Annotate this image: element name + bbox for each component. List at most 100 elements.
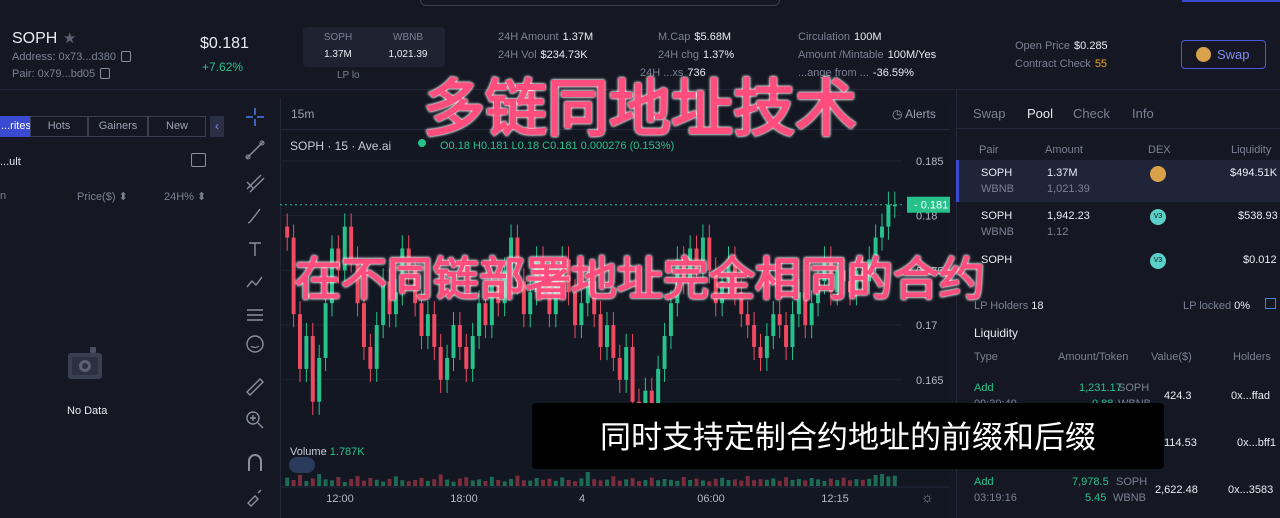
- stat-value: $0.285: [1074, 40, 1108, 52]
- volume-bar: [381, 481, 386, 486]
- candle-body: [425, 314, 430, 337]
- x-tick-label: 06:00: [697, 493, 725, 505]
- col-24h-header[interactable]: 24H% ⬍: [164, 190, 206, 203]
- volume-bar: [796, 479, 801, 486]
- stat-circulation: Circulation 100M: [798, 31, 882, 43]
- volume-bar: [317, 474, 322, 486]
- candle-body: [374, 325, 379, 369]
- volume-bar: [400, 480, 405, 486]
- volume-bar: [630, 478, 635, 486]
- brush-icon[interactable]: [244, 205, 266, 227]
- volume-bar: [387, 478, 392, 486]
- magnet-icon[interactable]: [244, 452, 266, 474]
- volume-bar: [784, 477, 789, 486]
- volume-bar: [425, 480, 430, 486]
- volume-bar: [777, 480, 782, 486]
- volume-bar: [617, 480, 622, 486]
- candle-body: [323, 303, 328, 358]
- col-price-header[interactable]: Price($) ⬍: [77, 190, 128, 203]
- candle-body: [777, 314, 782, 326]
- liq-amount-bottom: 5.45: [1085, 492, 1107, 504]
- candle-body: [457, 325, 462, 347]
- volume-bar: [585, 472, 590, 486]
- stat-label: 24H Amount: [498, 31, 559, 43]
- volume-bar: [816, 479, 821, 486]
- liq-value: 2,622.48: [1155, 484, 1198, 496]
- col-price-label: Price($): [77, 191, 116, 203]
- volume-bar: [560, 477, 565, 486]
- volume-bar: [457, 478, 462, 486]
- y-tick-label: 0.17: [916, 320, 937, 332]
- candle-body: [598, 314, 603, 347]
- volume-bar: [355, 476, 360, 486]
- candle-body: [752, 325, 757, 347]
- volume-bar: [483, 481, 488, 486]
- chart-settings-icon[interactable]: ☼: [921, 489, 934, 505]
- volume-bar: [553, 480, 558, 486]
- search-bar[interactable]: [420, 0, 780, 6]
- candle-body: [624, 346, 629, 380]
- edit-icon[interactable]: [191, 153, 206, 167]
- empty-box-icon: [68, 347, 102, 379]
- volume-bar: [681, 477, 686, 486]
- liq-holder[interactable]: 0x...bff1: [1237, 437, 1276, 449]
- volume-bar: [726, 480, 731, 486]
- liq-type: Add: [974, 382, 994, 394]
- liq-type: Add: [974, 476, 994, 488]
- volume-bar: [310, 478, 315, 486]
- volume-bar: [298, 475, 302, 486]
- stat-open-price: Open Price $0.285: [1015, 40, 1108, 52]
- x-tick-label: 18:00: [450, 493, 478, 505]
- volume-bar: [489, 476, 494, 486]
- volume-bar: [688, 480, 693, 486]
- volume-bar: [406, 481, 411, 486]
- reserve-symbol-right: WBNB: [393, 32, 423, 43]
- liq-holder[interactable]: 0x...3583: [1228, 484, 1273, 496]
- x-tick-label: 4: [579, 493, 585, 505]
- volume-bar: [605, 479, 609, 486]
- volume-bar: [515, 475, 520, 486]
- stat-label: Circulation: [798, 31, 850, 43]
- zoom-in-icon[interactable]: [244, 409, 266, 431]
- volume-bar: [643, 480, 648, 486]
- pancakeswap-icon: [1150, 166, 1166, 182]
- liq-time: 03:19:16: [974, 492, 1017, 504]
- candle-body: [310, 336, 315, 402]
- no-data-text: No Data: [67, 405, 108, 417]
- fib-tool-icon[interactable]: [244, 172, 266, 194]
- y-tick-label: 0.165: [916, 375, 944, 387]
- volume-bar: [534, 478, 539, 486]
- liquidity-section-title: Liquidity: [974, 326, 1019, 340]
- ruler-icon[interactable]: [244, 376, 266, 398]
- volume-bar: [592, 479, 597, 486]
- stat-24h-amount: 24H Amount 1.37M: [498, 31, 593, 43]
- liq-value: 424.3: [1164, 390, 1192, 402]
- candle-body: [764, 336, 769, 358]
- candle-body: [368, 346, 373, 369]
- stat-mcap: M.Cap $5.68M: [658, 31, 731, 43]
- candle-body: [662, 336, 667, 369]
- volume-bar: [758, 479, 763, 486]
- connect-button-edge[interactable]: [1182, 0, 1280, 2]
- current-price: $0.181: [200, 35, 249, 52]
- volume-bar: [285, 477, 290, 486]
- volume-bar: [393, 476, 398, 486]
- favorite-star-icon[interactable]: ★: [63, 29, 76, 47]
- candle-body: [451, 325, 456, 358]
- volume-bar: [892, 475, 897, 486]
- volume-value: 1.787K: [329, 446, 365, 458]
- liq-holder[interactable]: 0x...ffad: [1231, 390, 1270, 402]
- liq-token-bottom: WBNB: [1113, 492, 1146, 504]
- volume-bar: [790, 480, 795, 486]
- volume-bar: [361, 480, 366, 486]
- emoji-icon[interactable]: [244, 333, 266, 355]
- candle-body: [317, 357, 322, 402]
- volume-bar: [342, 482, 347, 486]
- candle-body: [745, 314, 750, 326]
- volume-bar: [528, 480, 533, 486]
- col-value-header: Value($): [1151, 351, 1192, 363]
- lock-drawings-icon[interactable]: [244, 485, 266, 507]
- volume-bar: [445, 479, 450, 486]
- candle-body: [758, 346, 763, 358]
- volume-bar: [854, 479, 859, 486]
